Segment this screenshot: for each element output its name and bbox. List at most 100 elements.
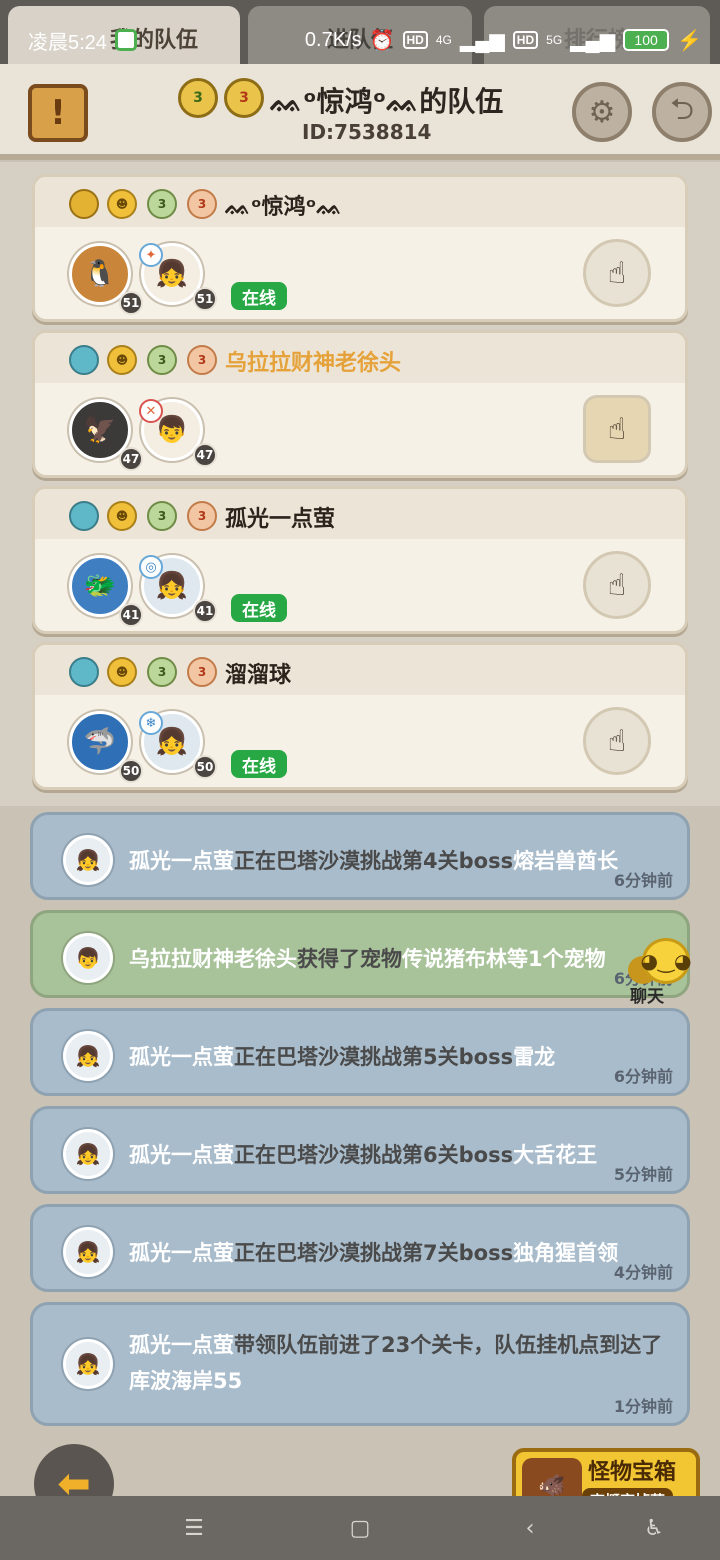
feed-avatar: 👧 (63, 1129, 113, 1179)
online-status-badge: 在线 (231, 750, 287, 778)
feed-target: 大舌花王 (513, 1143, 598, 1167)
feed-item: 👧 孤光一点萤正在巴塔沙漠挑战第5关boss雷龙 6分钟前 (30, 1008, 690, 1096)
chevron-left-icon: ‹ (525, 1515, 535, 1541)
pet-level: 50 (119, 759, 143, 783)
element-icon: ❄ (139, 711, 163, 735)
online-status-badge: 在线 (231, 282, 287, 310)
alarm-icon: ⏰ (369, 29, 395, 52)
menu-icon: ☰ (184, 1515, 204, 1541)
feed-avatar: 👧 (63, 1031, 113, 1081)
team-medal-2-rank: 3 (239, 90, 249, 106)
feed-item: 👧 孤光一点萤正在巴塔沙漠挑战第6关boss大舌花王 5分钟前 (30, 1106, 690, 1194)
map-hand-icon: ☝ (607, 411, 627, 447)
swap-hand-icon: ☝ (607, 567, 627, 603)
member-name: 孤光一点萤 (225, 507, 336, 532)
chat-label: 聊天 (630, 987, 664, 1007)
leave-team-button[interactable]: ⮌ (652, 82, 712, 142)
feed-time: 6分钟前 (613, 871, 673, 890)
feed-actor: 乌拉拉财神老徐头 (129, 947, 297, 971)
chest-title: 怪物宝箱 (588, 1460, 677, 1485)
network-speed: 0.7K/s (304, 28, 362, 51)
feed-time: 1分钟前 (613, 1397, 673, 1416)
character-level: 51 (193, 287, 217, 311)
feed-target: 传说猪布林等1个宠物 (402, 947, 606, 971)
member-card: ☻ 3 3 ᨐᵒ惊鸿ᵒᨐ 🐧 51 👧 ✦ 51 在线 ☝ (32, 174, 688, 322)
feed-target: 雷龙 (513, 1045, 556, 1069)
notice-scroll-button[interactable]: ! (28, 84, 88, 142)
accessibility-button[interactable]: ♿ (634, 1512, 674, 1544)
member-shield-icon (69, 657, 99, 687)
feed-text: 乌拉拉财神老徐头获得了宠物传说猪布林等1个宠物 (129, 941, 674, 977)
chat-button[interactable]: ◕‿◕ 聊天 (628, 938, 698, 1007)
signal-icon-2: ▂▄▆ (570, 29, 616, 52)
element-icon: ◎ (139, 555, 163, 579)
member-rank: 3 (157, 509, 167, 523)
feed-action: 获得了宠物 (297, 947, 402, 971)
settings-button[interactable]: ⚙ (572, 82, 632, 142)
swap-position-button[interactable]: ☝ (583, 707, 651, 775)
character-level: 50 (193, 755, 217, 779)
home-square-icon: ▢ (349, 1515, 371, 1541)
menu-nav-button[interactable]: ☰ (174, 1512, 214, 1544)
swap-position-button[interactable]: ☝ (583, 551, 651, 619)
system-nav-bar: ☰ ▢ ‹ ♿ (0, 1496, 720, 1560)
feed-action: 正在巴塔沙漠挑战第7关boss (234, 1241, 514, 1265)
feed-item: 👧 孤光一点萤正在巴塔沙漠挑战第4关boss熔岩兽酋长 6分钟前 (30, 812, 690, 900)
member-name: 乌拉拉财神老徐头 (225, 351, 402, 376)
swap-hand-icon: ☝ (607, 723, 627, 759)
member-card: ☻ 3 3 乌拉拉财神老徐头 🦅 47 👦 ✕ 47 ☝ (32, 330, 688, 478)
back-nav-button[interactable]: ‹ (510, 1512, 550, 1544)
fire-rank-icon: 3 (187, 345, 217, 375)
feed-action: 正在巴塔沙漠挑战第6关boss (234, 1143, 514, 1167)
element-icon: ✦ (139, 243, 163, 267)
feed-action: 正在巴塔沙漠挑战第4关boss (234, 849, 514, 873)
network-type-1: 4G (435, 33, 452, 47)
leader-shield-icon (69, 189, 99, 219)
exclamation-icon: ! (50, 93, 66, 133)
feed-time: 4分钟前 (613, 1263, 673, 1282)
hd-badge-1: HD (402, 31, 428, 49)
battery-level: 100 (634, 32, 658, 48)
exit-icon: ⮌ (669, 91, 695, 127)
team-grass-medal-icon: 3 (178, 78, 218, 118)
home-nav-button[interactable]: ▢ (340, 1512, 380, 1544)
member-shield-icon (69, 501, 99, 531)
element-icon: ✕ (139, 399, 163, 423)
feed-actor: 孤光一点萤 (129, 1045, 234, 1069)
online-status-badge: 在线 (231, 594, 287, 622)
status-bar: 凌晨5:24 0.7K/s ⏰ HD 4G ▂▄▆ HD 5G ▂▄▆ 100 … (0, 20, 720, 60)
feed-avatar: 👧 (63, 1227, 113, 1277)
feed-avatar: 👦 (63, 933, 113, 983)
feed-text: 孤光一点萤带领队伍前进了23个关卡，队伍挂机点到达了库波海岸55 (129, 1327, 674, 1399)
pet-level: 51 (119, 291, 143, 315)
feed-avatar: 👧 (63, 1339, 113, 1389)
swap-position-button[interactable]: ☝ (583, 239, 651, 307)
member-name: ᨐᵒ惊鸿ᵒᨐ (225, 195, 343, 220)
feed-item: 👦 乌拉拉财神老徐头获得了宠物传说猪布林等1个宠物 6分钟前 (30, 910, 690, 998)
feed-item: 👧 孤光一点萤正在巴塔沙漠挑战第7关boss独角猩首领 4分钟前 (30, 1204, 690, 1292)
team-title: ᨐᵒ惊鸿ᵒᨐ的队伍 (270, 85, 504, 118)
feed-avatar: 👧 (63, 835, 113, 885)
character-level: 41 (193, 599, 217, 623)
feed-action: 正在巴塔沙漠挑战第5关boss (234, 1045, 514, 1069)
grass-rank-icon: 3 (147, 657, 177, 687)
pet-level: 41 (119, 603, 143, 627)
title-badge-icon: ☻ (107, 501, 137, 531)
member-rank: 3 (157, 197, 167, 211)
character-level: 47 (193, 443, 217, 467)
member-name: 溜溜球 (225, 663, 292, 688)
grass-rank-icon: 3 (147, 501, 177, 531)
smiley-icon: ◕‿◕ (641, 938, 692, 984)
team-medal-1-rank: 3 (193, 90, 203, 106)
member-list: ☻ 3 3 ᨐᵒ惊鸿ᵒᨐ 🐧 51 👧 ✦ 51 在线 ☝ ☻ 3 3 乌拉拉财… (0, 162, 720, 806)
member-card: ☻ 3 3 溜溜球 🦈 50 👧 ❄ 50 在线 ☝ (32, 642, 688, 790)
team-map-button[interactable]: ☝ (583, 395, 651, 463)
feed-action: 带领队伍前进了23个关卡，队伍挂机点到达了 (234, 1333, 663, 1357)
feed-text: 孤光一点萤正在巴塔沙漠挑战第6关boss大舌花王 (129, 1137, 674, 1173)
team-fire-medal-icon: 3 (224, 78, 264, 118)
feed-actor: 孤光一点萤 (129, 1241, 234, 1265)
feed-actor: 孤光一点萤 (129, 1143, 234, 1167)
charging-icon: ⚡ (677, 29, 702, 52)
feed-actor: 孤光一点萤 (129, 849, 234, 873)
activity-feed: 👧 孤光一点萤正在巴塔沙漠挑战第4关boss熔岩兽酋长 6分钟前 👦 乌拉拉财神… (0, 806, 720, 1496)
